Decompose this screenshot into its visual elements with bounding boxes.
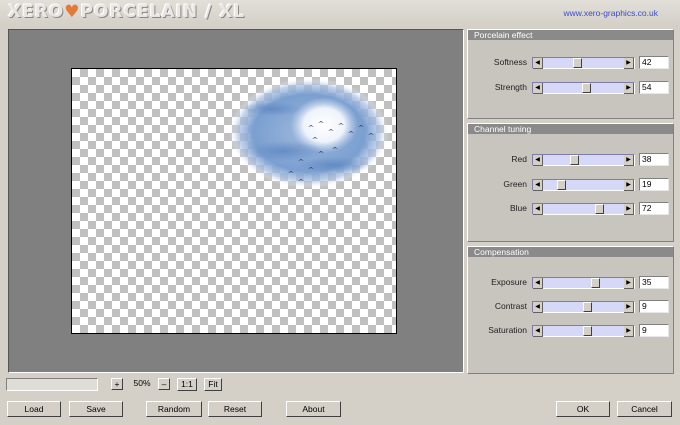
green-slider[interactable]: ◀ ▶	[532, 179, 635, 191]
blue-slider[interactable]: ◀ ▶	[532, 203, 635, 215]
exposure-slider[interactable]: ◀ ▶	[532, 277, 635, 289]
red-slider[interactable]: ◀ ▶	[532, 154, 635, 166]
arrow-right-icon[interactable]: ▶	[624, 83, 634, 94]
slider-thumb[interactable]	[582, 326, 592, 336]
arrow-right-icon[interactable]: ▶	[624, 155, 634, 166]
exposure-label: Exposure	[491, 277, 527, 287]
arrow-left-icon[interactable]: ◀	[533, 180, 543, 191]
green-value[interactable]: 19	[639, 178, 669, 191]
load-button[interactable]: Load	[7, 401, 61, 417]
control-exposure: Exposure ◀ ▶ 35	[468, 276, 673, 289]
panel-porcelain-effect: Porcelain effect Softness ◀ ▶ 42 Strengt…	[467, 29, 674, 119]
arrow-right-icon[interactable]: ▶	[624, 278, 634, 289]
arrow-left-icon[interactable]: ◀	[533, 278, 543, 289]
green-label: Green	[503, 179, 527, 189]
arrow-right-icon[interactable]: ▶	[624, 326, 634, 337]
control-contrast: Contrast ◀ ▶ 9	[468, 300, 673, 313]
cancel-button[interactable]: Cancel	[617, 401, 672, 417]
website-link[interactable]: www.xero-graphics.co.uk	[564, 8, 658, 18]
slider-thumb[interactable]	[570, 155, 580, 165]
arrow-left-icon[interactable]: ◀	[533, 326, 543, 337]
arrow-left-icon[interactable]: ◀	[533, 155, 543, 166]
progress-bar	[6, 378, 98, 391]
arrow-left-icon[interactable]: ◀	[533, 204, 543, 215]
slider-thumb[interactable]	[591, 278, 601, 288]
contrast-slider[interactable]: ◀ ▶	[532, 301, 635, 313]
panel-title: Porcelain effect	[468, 30, 673, 40]
control-blue: Blue ◀ ▶ 72	[468, 202, 673, 215]
preview-image	[229, 78, 389, 188]
saturation-slider[interactable]: ◀ ▶	[532, 325, 635, 337]
slider-thumb[interactable]	[594, 204, 604, 214]
title-bar: XERO♥PORCELAIN / XL www.xero-graphics.co…	[0, 0, 680, 26]
ok-button[interactable]: OK	[556, 401, 610, 417]
reset-button[interactable]: Reset	[208, 401, 262, 417]
contrast-value[interactable]: 9	[639, 300, 669, 313]
slider-thumb[interactable]	[556, 180, 566, 190]
control-saturation: Saturation ◀ ▶ 9	[468, 324, 673, 337]
heart-icon: ♥	[64, 2, 81, 22]
preview-area[interactable]	[8, 29, 464, 373]
control-green: Green ◀ ▶ 19	[468, 178, 673, 191]
slider-thumb[interactable]	[581, 83, 591, 93]
panel-title: Compensation	[468, 247, 673, 257]
red-value[interactable]: 38	[639, 153, 669, 166]
strength-slider[interactable]: ◀ ▶	[532, 82, 635, 94]
arrow-left-icon[interactable]: ◀	[533, 302, 543, 313]
panel-compensation: Compensation Exposure ◀ ▶ 35 Contrast ◀ …	[467, 246, 674, 374]
slider-thumb[interactable]	[582, 302, 592, 312]
control-red: Red ◀ ▶ 38	[468, 153, 673, 166]
exposure-value[interactable]: 35	[639, 276, 669, 289]
zoom-in-button[interactable]: +	[111, 378, 123, 390]
saturation-value[interactable]: 9	[639, 324, 669, 337]
logo-text-right: PORCELAIN / XL	[80, 2, 246, 22]
about-button[interactable]: About	[286, 401, 341, 417]
zoom-1to1-button[interactable]: 1:1	[177, 378, 197, 391]
strength-label: Strength	[494, 82, 527, 92]
softness-slider[interactable]: ◀ ▶	[532, 57, 635, 69]
arrow-left-icon[interactable]: ◀	[533, 83, 543, 94]
saturation-label: Saturation	[488, 325, 527, 335]
softness-label: Softness	[493, 57, 527, 67]
save-button[interactable]: Save	[69, 401, 123, 417]
panel-channel-tuning: Channel tuning Red ◀ ▶ 38 Green ◀ ▶ 19 B…	[467, 123, 674, 242]
control-strength: Strength ◀ ▶ 54	[468, 81, 673, 94]
logo-text-left: XERO	[8, 2, 65, 22]
softness-value[interactable]: 42	[639, 56, 669, 69]
control-softness: Softness ◀ ▶ 42	[468, 56, 673, 69]
random-button[interactable]: Random	[146, 401, 202, 417]
arrow-right-icon[interactable]: ▶	[624, 180, 634, 191]
strength-value[interactable]: 54	[639, 81, 669, 94]
arrow-right-icon[interactable]: ▶	[624, 204, 634, 215]
arrow-right-icon[interactable]: ▶	[624, 302, 634, 313]
panel-title: Channel tuning	[468, 124, 673, 134]
blue-value[interactable]: 72	[639, 202, 669, 215]
red-label: Red	[511, 154, 527, 164]
zoom-level: 50%	[133, 378, 151, 388]
zoom-fit-button[interactable]: Fit	[204, 378, 222, 391]
app-logo: XERO♥PORCELAIN / XL	[8, 2, 245, 22]
blue-label: Blue	[509, 203, 527, 213]
arrow-left-icon[interactable]: ◀	[533, 58, 543, 69]
zoom-out-button[interactable]: –	[158, 378, 170, 390]
contrast-label: Contrast	[494, 301, 527, 311]
preview-canvas[interactable]	[71, 68, 397, 334]
arrow-right-icon[interactable]: ▶	[624, 58, 634, 69]
slider-thumb[interactable]	[573, 58, 583, 68]
